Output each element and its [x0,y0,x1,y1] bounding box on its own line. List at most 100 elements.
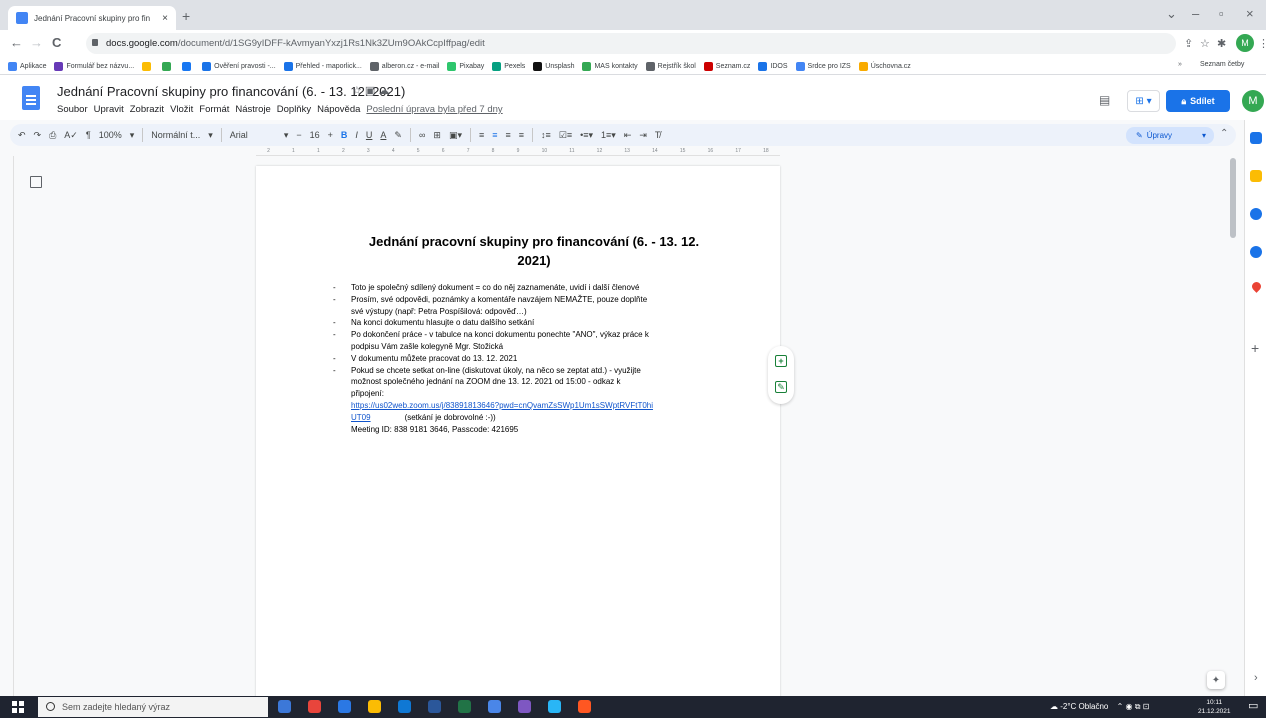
explore-button[interactable]: ✦ [1207,671,1225,689]
document-heading[interactable]: Jednání pracovní skupiny pro financování… [340,232,728,270]
taskbar-app-icon[interactable] [458,700,471,713]
keep-icon[interactable] [1250,170,1262,182]
style-chevron-down-icon[interactable]: ▾ [208,130,213,141]
bookmark-item[interactable]: MAS kontakty [582,61,638,71]
tab-search-icon[interactable]: ⌄ [1166,6,1177,22]
italic-button[interactable]: I [355,130,358,140]
highlight-icon[interactable]: ✎ [394,130,402,141]
browser-menu-icon[interactable]: ⋮ [1258,37,1266,50]
bookmarks-more-icon[interactable]: » [1178,61,1182,68]
taskbar-clock[interactable]: 10:11 21.12.2021 [1198,698,1231,716]
font-size-input[interactable]: 16 [310,130,320,140]
menu-edit[interactable]: Upravit [94,104,124,115]
share-page-icon[interactable]: ⇪ [1184,37,1193,50]
spellcheck-icon[interactable]: A✓ [64,130,78,141]
collapse-panel-icon[interactable]: › [1254,672,1258,684]
bookmark-star-icon[interactable]: ☆ [1200,37,1210,50]
user-avatar[interactable]: M [1242,90,1264,112]
taskbar-app-icon[interactable] [398,700,411,713]
bookmark-item[interactable] [162,61,174,71]
new-tab-button[interactable]: + [182,8,190,24]
taskbar-app-icon[interactable] [428,700,441,713]
numbered-list-icon[interactable]: 1≡▾ [601,130,616,141]
clear-formatting-icon[interactable]: T̸ [655,130,661,140]
taskbar-app-icon[interactable] [488,700,501,713]
bold-button[interactable]: B [341,130,348,140]
restore-button[interactable]: ▫ [1219,6,1224,21]
contacts-icon[interactable] [1250,246,1262,258]
menu-file[interactable]: Soubor [57,104,88,115]
paint-format-icon[interactable]: ¶ [86,130,91,140]
redo-icon[interactable]: ↷ [34,130,42,141]
menu-insert[interactable]: Vložit [170,104,193,115]
calendar-icon[interactable] [1250,132,1262,144]
browser-tab[interactable]: Jednání Pracovní skupiny pro fin × [8,6,176,30]
menu-tools[interactable]: Nástroje [235,104,270,115]
bookmark-item[interactable]: Seznam.cz [703,61,750,71]
star-move-cloud-icons[interactable]: ☆ ▣ ☁ [352,84,389,97]
decrease-indent-icon[interactable]: ⇤ [624,130,632,141]
taskbar-app-icon[interactable] [278,700,291,713]
tab-close-icon[interactable]: × [162,13,168,24]
forward-button[interactable]: → [30,35,43,50]
underline-button[interactable]: U [366,130,373,140]
style-select[interactable]: Normální t... [151,130,200,140]
image-icon[interactable]: ▣▾ [449,130,462,141]
undo-icon[interactable]: ↶ [18,130,26,141]
zoom-link-end[interactable]: UT09 [351,413,371,422]
taskbar-app-icon[interactable] [518,700,531,713]
instructions-list[interactable]: Toto je společný sdílený dokument = co d… [333,282,733,435]
zoom-chevron-down-icon[interactable]: ▾ [130,130,135,141]
horizontal-ruler[interactable]: 2 1 1 2 3 4 5 6 7 8 9 10 11 12 13 14 15 16 17 18 [256,147,780,156]
minimize-button[interactable]: – [1192,6,1199,21]
comment-history-icon[interactable]: ▤ [1099,93,1110,107]
bookmark-item[interactable]: Pixabay [447,61,484,71]
decrease-font-icon[interactable]: − [296,130,301,140]
increase-font-icon[interactable]: + [328,130,333,140]
back-button[interactable]: ← [10,35,23,50]
font-chevron-down-icon[interactable]: ▾ [284,130,289,141]
align-justify-icon[interactable]: ≡ [519,130,524,140]
docs-logo-icon[interactable] [22,86,40,110]
bookmark-item[interactable] [182,61,194,71]
bookmark-item[interactable]: Pexels [492,61,525,71]
add-addon-icon[interactable]: + [1251,340,1259,356]
suggest-edit-icon[interactable]: ✎ [775,381,787,393]
bookmark-item[interactable]: Unsplash [533,61,574,71]
font-select[interactable]: Arial [230,130,248,140]
lock-icon[interactable] [92,39,98,46]
present-button[interactable]: ⊞ ▾ [1127,90,1160,112]
menu-view[interactable]: Zobrazit [130,104,164,115]
scrollbar-thumb[interactable] [1230,158,1236,238]
notification-icon[interactable]: ▭ [1248,699,1258,712]
share-button[interactable]: 🔒︎ Sdílet [1166,90,1230,112]
bookmark-item[interactable]: alberon.cz - e-mail [369,61,439,71]
taskbar-app-icon[interactable] [548,700,561,713]
align-right-icon[interactable]: ≡ [506,130,511,140]
extensions-icon[interactable]: ✱ [1217,37,1226,50]
taskbar-app-icon[interactable] [308,700,321,713]
link-icon[interactable]: ∞ [419,130,425,140]
zoom-select[interactable]: 100% [99,130,122,140]
checklist-icon[interactable]: ☑≡ [559,130,572,141]
tasks-icon[interactable] [1250,208,1262,220]
bookmark-item[interactable]: Ověření pravosti -... [202,61,276,71]
url-bar[interactable]: docs.google.com /document/d/1SG9yIDFF-kA… [86,33,1176,54]
bookmark-item[interactable]: IDOS [758,61,788,71]
close-window-button[interactable]: × [1246,6,1254,21]
align-center-icon[interactable]: ≡ [492,130,497,140]
system-tray[interactable]: ☁ -2°C Oblačno ⌃ ◉ ⧉ ⊡ [1050,702,1149,712]
menu-format[interactable]: Formát [199,104,229,115]
text-color-button[interactable]: A [380,130,386,140]
bookmark-item[interactable]: Srdce pro IZS [795,61,851,71]
zoom-link[interactable]: https://us02web.zoom.us/j/83891813646?pw… [351,401,653,410]
vertical-ruler[interactable] [0,156,14,696]
taskbar-app-icon[interactable] [578,700,591,713]
windows-start-icon[interactable] [12,701,24,713]
comment-icon[interactable]: ⊞ [433,130,441,141]
last-edit-link[interactable]: Poslední úprava byla před 7 dny [366,104,502,115]
align-left-icon[interactable]: ≡ [479,130,484,140]
add-comment-icon[interactable]: + [775,355,787,367]
bookmark-item[interactable]: Formulář bez názvu... [54,61,134,71]
print-icon[interactable]: ⎙ [49,130,56,141]
